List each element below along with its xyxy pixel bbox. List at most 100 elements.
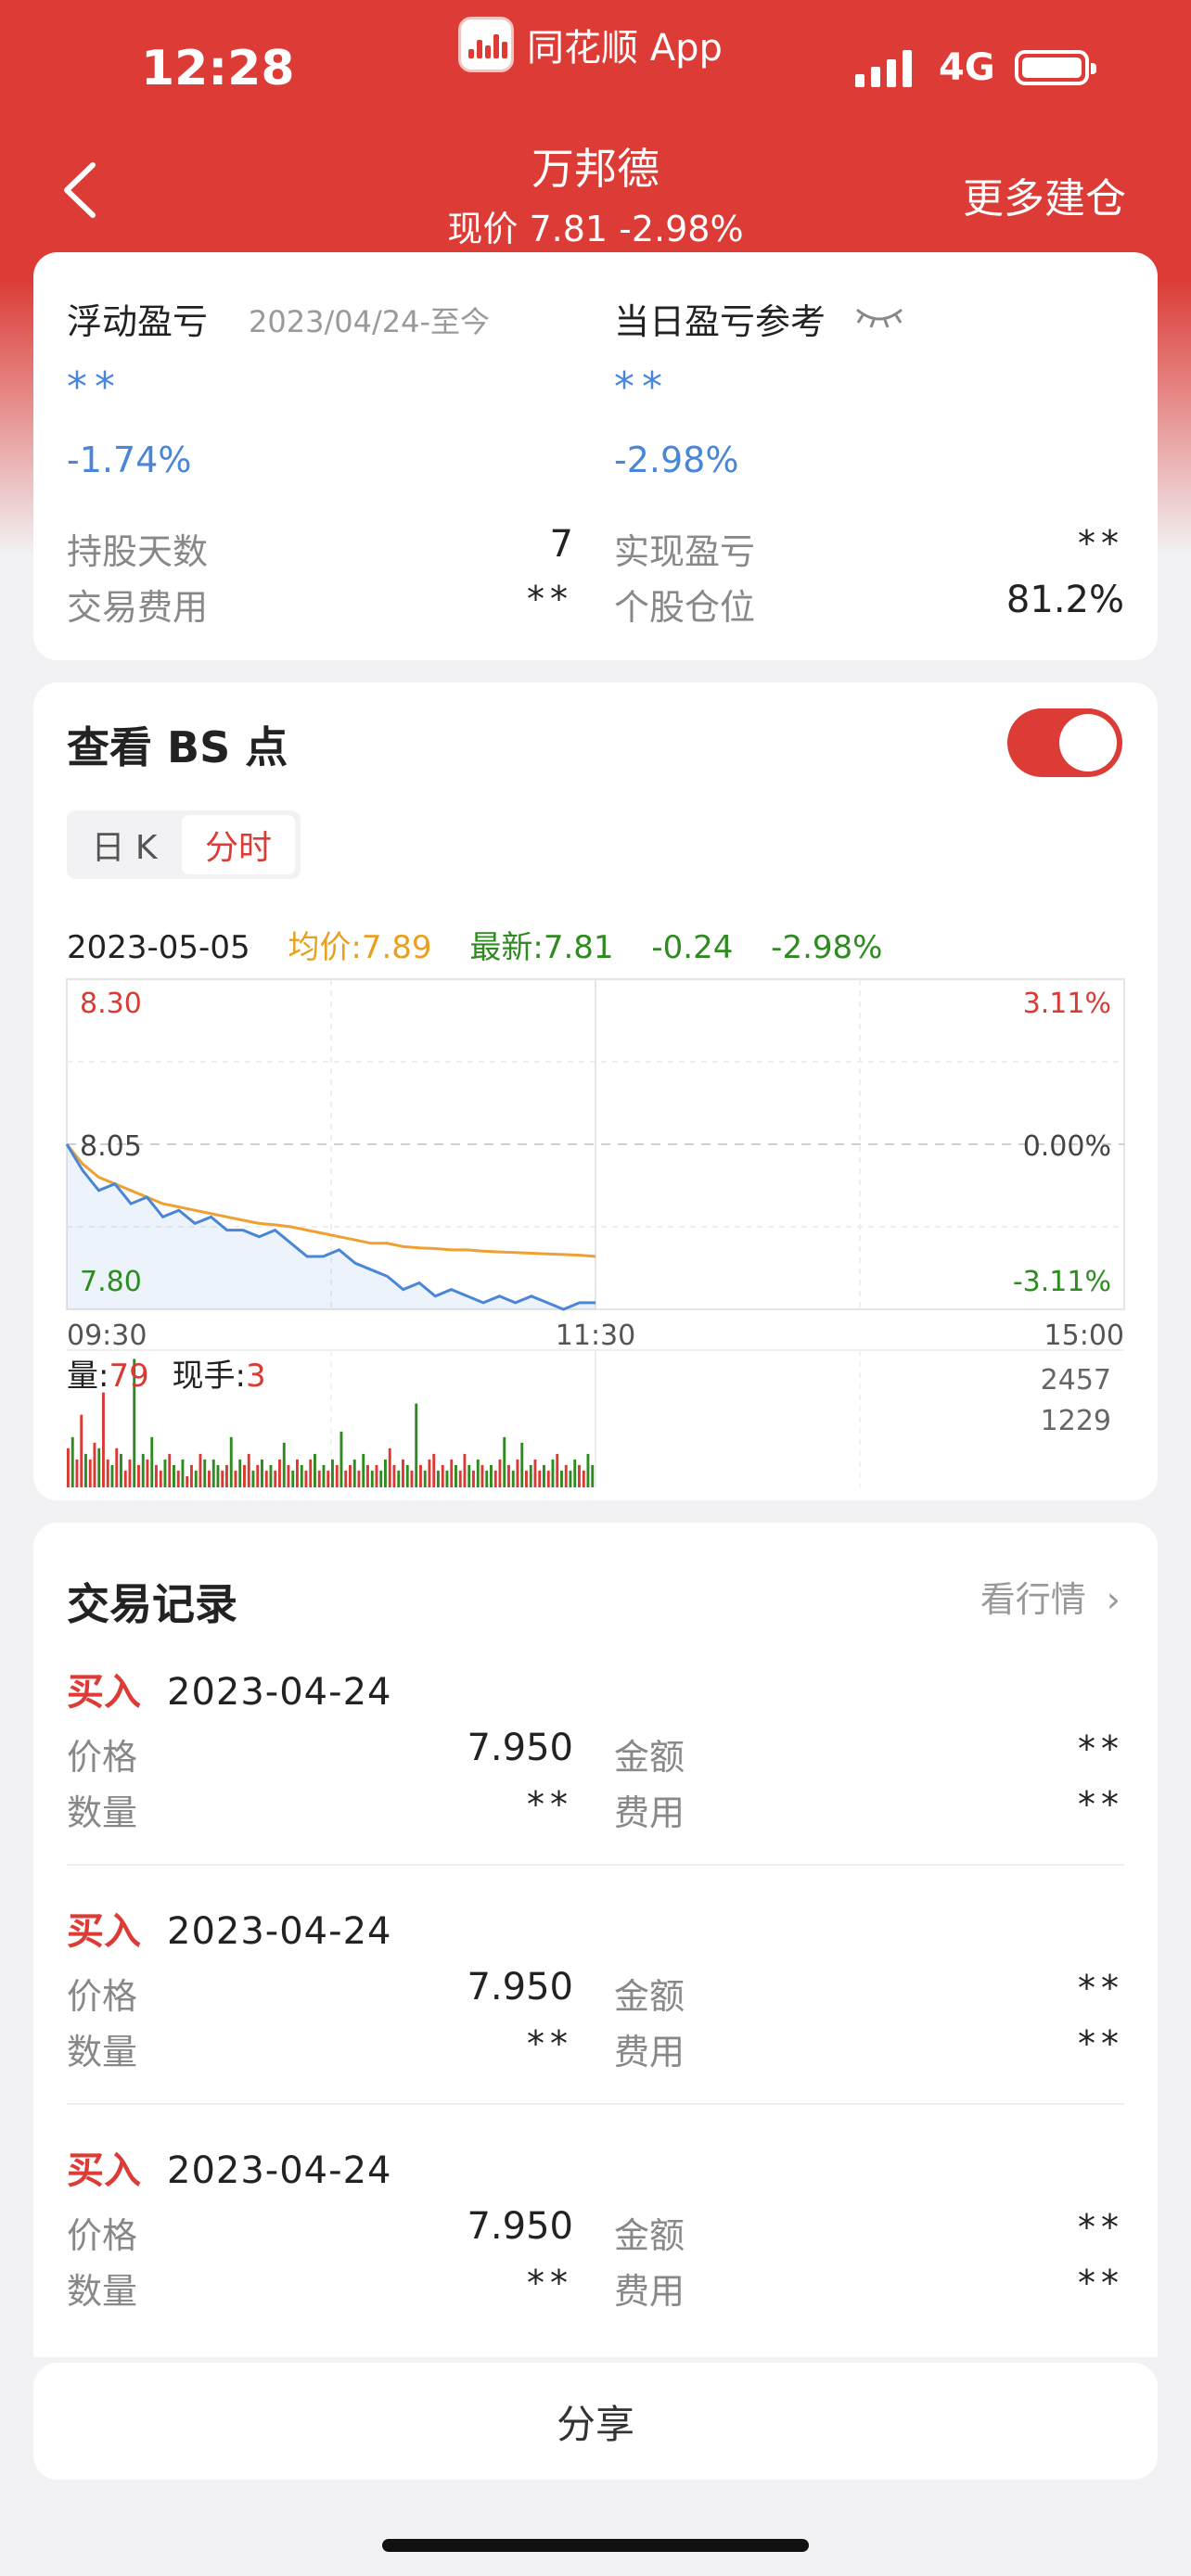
record-date: 2023-04-24 <box>167 1910 392 1953</box>
x-tick: 15:00 <box>1044 1320 1124 1352</box>
volume-bar <box>225 1464 228 1487</box>
volume-bar <box>211 1459 215 1487</box>
trade-fee-label: 交易费用 <box>67 587 209 628</box>
volume-bar <box>80 1414 83 1487</box>
volume-bar <box>256 1464 260 1487</box>
record-type: 买入 <box>67 2149 141 2192</box>
volume-bar <box>181 1459 185 1487</box>
volume-bar <box>234 1470 237 1487</box>
volume-bar <box>591 1464 595 1487</box>
volume-bar <box>106 1459 109 1487</box>
volume-bar <box>203 1459 207 1487</box>
volume-bar <box>503 1436 506 1487</box>
volume-bar <box>437 1470 440 1487</box>
volume-bar <box>463 1453 467 1487</box>
volume-bar <box>366 1464 369 1487</box>
bs-points-card: 查看 BS 点 日 K 分时 2023-05-05 均价:7.89 最新:7.8… <box>33 682 1158 1500</box>
volume-bar <box>533 1459 537 1487</box>
volume-bar <box>238 1459 242 1487</box>
volume-value: 79 <box>109 1358 149 1395</box>
volume-bar <box>155 1464 158 1487</box>
volume-bar <box>556 1453 559 1487</box>
volume-bar <box>450 1459 454 1487</box>
record-price: 7.950 <box>467 1966 573 2009</box>
more-build-position-button[interactable]: 更多建仓 <box>963 165 1126 224</box>
volume-bar <box>472 1470 475 1487</box>
record-price: 7.950 <box>467 1727 573 1769</box>
x-tick: 09:30 <box>67 1320 147 1352</box>
daily-pl-label: 当日盈亏参考 <box>614 301 826 342</box>
volume-bar <box>269 1464 273 1487</box>
x-tick: 11:30 <box>556 1320 635 1352</box>
volume-bar <box>261 1459 263 1487</box>
volume-bar <box>115 1447 119 1487</box>
record-qty: ** <box>527 1784 573 1825</box>
record-qty-label: 数量 <box>67 1792 138 1833</box>
volume-bar <box>546 1470 550 1487</box>
y-tick-price: 7.80 <box>80 1266 142 1298</box>
volume-bar <box>569 1470 572 1487</box>
volume-bar <box>445 1470 449 1487</box>
record-amount: ** <box>1078 1968 1124 2009</box>
record-amount: ** <box>1078 2207 1124 2248</box>
record-price-label: 价格 <box>67 1976 138 2017</box>
volume-bar <box>564 1464 568 1487</box>
volume-bar <box>304 1470 308 1487</box>
view-market-link[interactable]: 看行情 › <box>980 1571 1121 1622</box>
battery-icon <box>1015 50 1096 85</box>
volume-bar <box>194 1470 198 1487</box>
volume-bar <box>291 1470 295 1487</box>
volume-bar <box>88 1459 92 1487</box>
volume-bar <box>485 1470 489 1487</box>
y-tick-price: 8.05 <box>80 1130 142 1163</box>
volume-bar <box>146 1459 149 1487</box>
y-tick-pct: 3.11% <box>1023 988 1111 1020</box>
volume-bar <box>379 1470 383 1487</box>
record-amount-label: 金额 <box>614 2215 685 2256</box>
volume-bar <box>362 1453 365 1487</box>
record-divider <box>67 1864 1124 1866</box>
y-tick-pct: 0.00% <box>1023 1130 1111 1163</box>
record-fee-label: 费用 <box>614 2032 685 2072</box>
volume-bar <box>467 1464 471 1487</box>
volume-bar <box>415 1403 418 1487</box>
position-ratio-label: 个股仓位 <box>614 587 756 628</box>
volume-bar <box>216 1464 220 1487</box>
volume-bar <box>529 1464 532 1487</box>
volume-bar <box>525 1470 528 1487</box>
volume-bar <box>97 1447 101 1487</box>
volume-bar <box>402 1459 404 1487</box>
eye-closed-icon[interactable] <box>853 302 905 330</box>
share-button[interactable]: 分享 <box>33 2363 1158 2480</box>
record-fee: ** <box>1078 1784 1124 1825</box>
volume-bar <box>423 1470 427 1487</box>
volume-bar <box>300 1464 303 1487</box>
floating-pl-value: ** <box>67 363 122 411</box>
volume-bar <box>476 1459 480 1487</box>
daily-pl-value: ** <box>614 363 670 411</box>
record-amount-label: 金额 <box>614 1976 685 2017</box>
record-qty-label: 数量 <box>67 2032 138 2072</box>
volume-bar <box>331 1459 334 1487</box>
volume-bar <box>168 1453 172 1487</box>
record-price-label: 价格 <box>67 1737 138 1778</box>
record-price: 7.950 <box>467 2205 573 2248</box>
record-amount: ** <box>1078 1728 1124 1769</box>
record-qty-label: 数量 <box>67 2271 138 2312</box>
volume-bar <box>543 1464 545 1487</box>
app-name: 同花顺 App <box>527 27 723 70</box>
floating-pl-label: 浮动盈亏 <box>67 301 209 342</box>
app-indicator[interactable]: 同花顺 App <box>458 15 723 74</box>
trade-records-card: 交易记录 看行情 › 买入 2023-04-24 价格 7.950 金额 ** 数… <box>33 1523 1158 2357</box>
volume-bar <box>455 1464 457 1487</box>
record-fee: ** <box>1078 2023 1124 2064</box>
volume-bar <box>352 1459 356 1487</box>
record-amount-label: 金额 <box>614 1737 685 1778</box>
volume-bar <box>150 1436 154 1487</box>
volume-bar <box>578 1464 581 1487</box>
volume-bar <box>322 1464 326 1487</box>
volume-label: 量: <box>67 1358 109 1395</box>
volume-bar <box>159 1470 162 1487</box>
record-type: 买入 <box>67 1910 141 1953</box>
record-header: 买入 2023-04-24 <box>67 1901 391 1955</box>
